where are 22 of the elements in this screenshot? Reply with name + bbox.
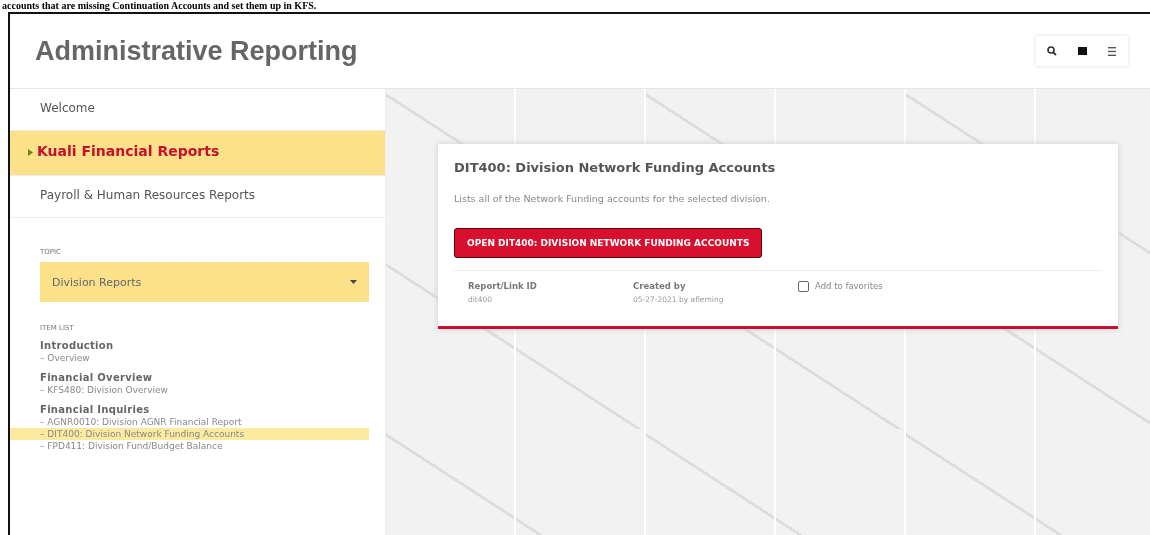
meta-label: Report/Link ID bbox=[468, 281, 538, 291]
group-title: Financial Inquiries bbox=[40, 404, 151, 415]
card-title: DIT400: Division Network Funding Accounts bbox=[454, 160, 777, 175]
list-link[interactable]: – DIT400: Division Network Funding Accounts bbox=[10, 428, 369, 440]
list-link[interactable]: – Overview bbox=[10, 352, 369, 364]
topic-dropdown[interactable]: Division Reports bbox=[40, 262, 369, 302]
favorites-checkbox[interactable] bbox=[798, 281, 809, 292]
page-title: Administrative Reporting bbox=[35, 35, 358, 67]
list-link[interactable]: – AGNR0010: Division AGNR Financial Report bbox=[10, 416, 369, 428]
nav-item[interactable]: Payroll & Human Resources Reports bbox=[10, 176, 385, 218]
list-link[interactable]: – KFS480: Division Overview bbox=[10, 384, 369, 396]
card-description: Lists all of the Network Funding accounts for the selected division. bbox=[454, 193, 771, 204]
meta-label: Created by bbox=[633, 281, 687, 291]
list-link[interactable]: – FPD411: Division Fund/Budget Balance bbox=[10, 440, 369, 452]
group-title: Introduction bbox=[40, 340, 115, 351]
open-report-button[interactable]: OPEN DIT400: DIVISION NETWORK FUNDING ACCOUNTS bbox=[454, 228, 763, 258]
group-title: Financial Overview bbox=[40, 372, 154, 383]
nav-item[interactable]: Kuali Financial Reports bbox=[10, 131, 385, 176]
favorites-label: Add to favorites bbox=[815, 281, 883, 291]
triangle-icon bbox=[28, 149, 33, 156]
caret-icon bbox=[350, 280, 357, 284]
document-text: accounts that are missing Continuation Accounts and set them up in KFS. bbox=[1, 0, 318, 12]
